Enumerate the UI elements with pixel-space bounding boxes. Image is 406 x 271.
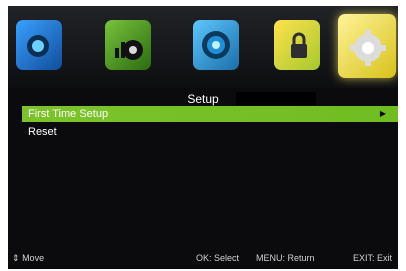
picture-icon[interactable] xyxy=(16,20,62,70)
setup-gear-icon[interactable] xyxy=(338,14,396,78)
updown-arrow-icon: ⇕ xyxy=(12,253,20,263)
footer-hints: ⇕ Move OK: Select MENU: Return EXIT: Exi… xyxy=(8,251,398,267)
move-hint: ⇕ Move xyxy=(12,253,44,264)
lock-icon[interactable] xyxy=(274,20,320,70)
channel-icon[interactable] xyxy=(193,20,239,70)
tv-osd-screen: Setup First Time Setup ▶ Reset ⇕ Move OK… xyxy=(8,6,398,269)
sound-icon[interactable] xyxy=(105,20,151,70)
menu-item-first-time-setup[interactable]: First Time Setup ▶ xyxy=(22,106,398,122)
redacted-block xyxy=(236,92,316,106)
submenu-arrow-icon: ▶ xyxy=(379,109,386,118)
menu-item-label: Reset xyxy=(28,126,57,138)
exit-hint: EXIT: Exit xyxy=(352,253,392,263)
menu-item-label: First Time Setup xyxy=(28,108,109,120)
menu-icon-bar xyxy=(8,6,398,88)
menu-item-reset[interactable]: Reset xyxy=(22,124,398,140)
move-label: Move xyxy=(22,253,45,263)
ok-hint: OK: Select xyxy=(196,253,240,263)
menu-hint: MENU: Return xyxy=(256,253,315,263)
